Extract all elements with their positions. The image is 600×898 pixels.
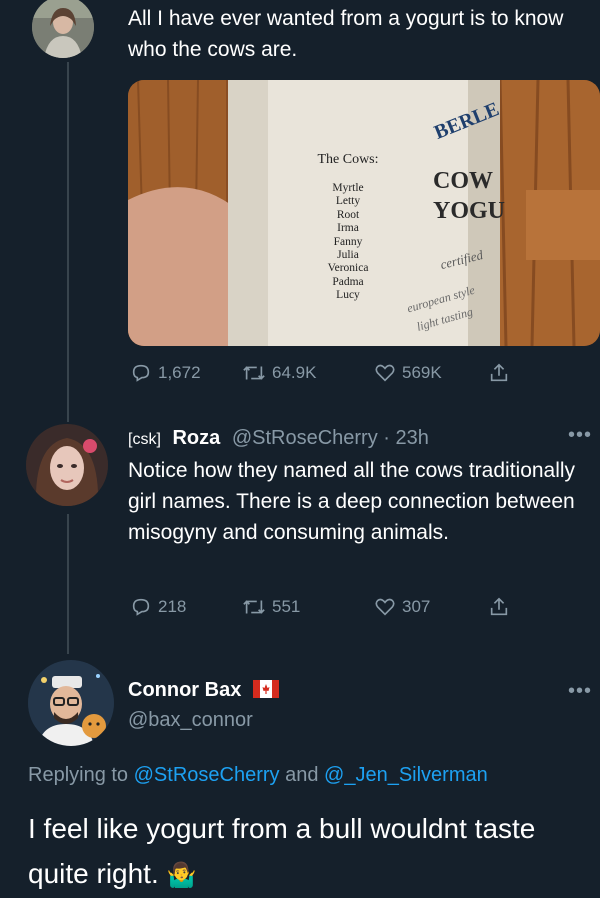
avatar-photo xyxy=(28,660,114,746)
like-count: 307 xyxy=(402,597,431,616)
like-button[interactable]: 307 xyxy=(374,596,488,618)
cow-name: Root xyxy=(336,208,360,221)
replying-to: Replying to @StRoseCherry and @_Jen_Silv… xyxy=(28,764,488,787)
cow-name: Julia xyxy=(337,249,359,262)
avatar-photo xyxy=(26,424,108,506)
reply-count: 1,672 xyxy=(158,363,201,382)
share-button[interactable] xyxy=(488,596,510,618)
share-button[interactable] xyxy=(488,362,510,384)
heart-icon xyxy=(375,598,395,616)
name-prefix: [csk] xyxy=(128,431,161,448)
cow-name-list: Myrtle Letty Root Irma Fanny Julia Veronica Pad… xyxy=(288,182,408,303)
tweet-actions: 1,672 64.9K 569K xyxy=(130,362,510,384)
tweet-text: All I have ever wanted from a yogurt is … xyxy=(128,7,564,61)
tweet-header: Connor Bax xyxy=(128,679,279,702)
display-name[interactable]: Connor Bax xyxy=(128,679,241,701)
replying-handle-1[interactable]: @StRoseCherry xyxy=(134,764,280,786)
thread-line-mid xyxy=(67,514,69,654)
more-icon: ••• xyxy=(568,424,593,446)
reply-icon xyxy=(132,598,150,616)
canada-flag-icon xyxy=(252,680,279,698)
separator: · xyxy=(383,427,390,449)
replying-prefix: Replying to xyxy=(28,764,129,786)
tweet-text: I feel like yogurt from a bull wouldnt t… xyxy=(28,813,536,889)
avatar-photo xyxy=(32,0,94,58)
user-handle[interactable]: @StRoseCherry xyxy=(232,427,378,449)
like-count: 569K xyxy=(402,363,442,382)
cow-name: Myrtle xyxy=(332,182,364,194)
cow-name: Irma xyxy=(337,222,359,235)
reply-button[interactable]: 218 xyxy=(130,596,242,618)
replying-and: and xyxy=(285,764,319,786)
replying-handle-2[interactable]: @_Jen_Silverman xyxy=(324,764,488,786)
retweet-count: 64.9K xyxy=(272,363,317,382)
avatar[interactable] xyxy=(32,0,94,58)
cow-label-heading: The Cows: xyxy=(317,152,379,167)
cow-name: Padma xyxy=(332,275,364,288)
thread-line-top xyxy=(67,62,69,422)
avatar[interactable] xyxy=(28,660,114,746)
reply-icon xyxy=(132,364,150,382)
cow-name: Lucy xyxy=(336,289,360,302)
more-button[interactable]: ••• xyxy=(568,680,592,703)
shrug-emoji: 🤷‍♂️ xyxy=(166,862,197,889)
heart-icon xyxy=(375,364,395,382)
more-icon: ••• xyxy=(568,680,593,702)
retweet-button[interactable]: 64.9K xyxy=(242,362,374,384)
reply-button[interactable]: 1,672 xyxy=(130,362,242,384)
cow-label: The Cows: Myrtle Letty Root Irma Fanny Julia V… xyxy=(288,152,408,303)
cow-name: Letty xyxy=(335,195,361,208)
share-icon xyxy=(490,597,508,616)
retweet-count: 551 xyxy=(272,597,301,616)
brand-mid: COW xyxy=(433,168,493,194)
brand-low: YOGU xyxy=(433,198,505,224)
more-button[interactable]: ••• xyxy=(568,424,592,447)
user-handle[interactable]: @bax_connor xyxy=(128,709,253,732)
tweet-media[interactable]: The Cows: Myrtle Letty Root Irma Fanny Julia V… xyxy=(128,80,600,346)
cow-name: Veronica xyxy=(327,262,369,275)
cow-name: Fanny xyxy=(333,235,363,248)
reply-count: 218 xyxy=(158,597,187,616)
tweet-text: Notice how they named all the cows tradi… xyxy=(128,459,576,544)
tweet-header: [csk] Roza @StRoseCherry · 23h xyxy=(128,427,429,450)
tweet-text-block: I feel like yogurt from a bull wouldnt t… xyxy=(28,806,588,898)
avatar[interactable] xyxy=(26,424,108,506)
timestamp[interactable]: 23h xyxy=(396,427,429,449)
retweet-button[interactable]: 551 xyxy=(242,596,374,618)
tweet-actions: 218 551 307 xyxy=(130,596,510,618)
retweet-icon xyxy=(243,366,265,380)
share-icon xyxy=(490,363,508,382)
retweet-icon xyxy=(243,600,265,614)
like-button[interactable]: 569K xyxy=(374,362,488,384)
display-name[interactable]: Roza xyxy=(172,427,220,449)
